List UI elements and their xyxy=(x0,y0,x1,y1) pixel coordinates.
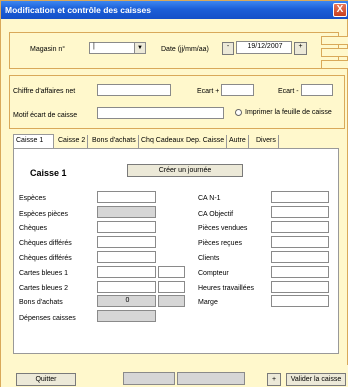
field-label-marge: Marge xyxy=(198,299,218,306)
motif-label: Motif écart de caisse xyxy=(13,112,78,119)
magasin-value: | xyxy=(93,43,95,50)
pieces-vendues-field[interactable] xyxy=(271,221,329,233)
field-label-bons-achats: Bons d'achats xyxy=(19,299,63,306)
status-field-2 xyxy=(177,372,245,385)
heures-field[interactable] xyxy=(271,281,329,293)
marge-field[interactable] xyxy=(271,295,329,307)
field-label-clients: Clients xyxy=(198,255,220,262)
side-indicator-2 xyxy=(321,48,348,57)
tab-bons-achats[interactable]: Bons d'achats xyxy=(90,135,139,148)
tab-divers[interactable]: Divers xyxy=(254,135,279,148)
ecart-minus-field[interactable] xyxy=(301,84,333,96)
window-title: Modification et contrôle des caisses xyxy=(5,5,151,15)
caisse-title: Caisse 1 xyxy=(30,168,67,178)
date-field[interactable]: 19/12/2007 xyxy=(236,41,292,54)
ecart-minus-label: Ecart - xyxy=(278,88,299,95)
ecart-plus-label: Ecart + xyxy=(197,88,220,95)
ca-n1-field[interactable] xyxy=(271,191,329,203)
especes-pieces-field[interactable] xyxy=(97,206,156,218)
cartes-bleues-1-field[interactable] xyxy=(97,266,156,278)
field-label-cartes-bleues-1: Cartes bleues 1 xyxy=(19,270,69,277)
tab-autre[interactable]: Autre xyxy=(227,135,249,148)
cartes-bleues-2-extra-field[interactable] xyxy=(158,281,185,293)
ca-net-field[interactable] xyxy=(97,84,171,96)
motif-field[interactable] xyxy=(97,107,224,119)
tab-chq-cadeaux[interactable]: Chq Cadeaux xyxy=(139,135,187,148)
field-label-ca-objectif: CA Objectif xyxy=(198,211,234,218)
cartes-bleues-1-extra-field[interactable] xyxy=(158,266,185,278)
magasin-select[interactable]: | ▼ xyxy=(89,42,146,54)
field-label-pieces-vendues: Pièces vendues xyxy=(198,225,248,232)
title-bar: Modification et contrôle des caisses X xyxy=(1,1,348,19)
cheques-differes-1-field[interactable] xyxy=(97,236,156,248)
tab-caisse-2[interactable]: Caisse 2 xyxy=(56,135,89,148)
field-label-cheques-differes-2: Chèques différés xyxy=(19,255,72,262)
field-label-especes: Espèces xyxy=(19,195,46,202)
field-label-cartes-bleues-2: Cartes bleues 2 xyxy=(19,285,69,292)
ca-objectif-field[interactable] xyxy=(271,206,329,218)
field-label-pieces-recues: Pièces reçues xyxy=(198,240,242,247)
footer-plus-button[interactable]: + xyxy=(267,373,281,386)
create-day-button[interactable]: Créer un journée xyxy=(127,164,243,177)
cheques-field[interactable] xyxy=(97,221,156,233)
validate-button[interactable]: Valider la caisse xyxy=(286,373,346,386)
chevron-down-icon[interactable]: ▼ xyxy=(134,43,145,53)
summary-panel xyxy=(9,75,345,129)
status-field-1 xyxy=(123,372,175,385)
tab-dep-caisse[interactable]: Dep. Caisse xyxy=(184,135,228,148)
date-label: Date (jj/mm/aa) xyxy=(161,46,209,53)
field-label-cheques: Chèques xyxy=(19,225,48,232)
bons-achats-field[interactable]: 0 xyxy=(97,295,156,307)
date-plus-button[interactable]: + xyxy=(294,42,307,55)
date-minus-button[interactable]: - xyxy=(222,42,234,55)
especes-field[interactable] xyxy=(97,191,156,203)
tab-caisse-1[interactable]: Caisse 1 xyxy=(13,134,54,148)
print-radio[interactable] xyxy=(235,109,242,116)
bons-achats-extra-field[interactable] xyxy=(158,295,185,307)
pieces-recues-field[interactable] xyxy=(271,236,329,248)
cartes-bleues-2-field[interactable] xyxy=(97,281,156,293)
side-indicator-1 xyxy=(321,36,348,45)
magasin-label: Magasin n° xyxy=(30,46,66,53)
field-label-especes-pieces: Espèces pièces xyxy=(19,211,69,218)
clients-field[interactable] xyxy=(271,251,329,263)
depenses-field[interactable] xyxy=(97,310,156,322)
ecart-plus-field[interactable] xyxy=(221,84,254,96)
quit-button[interactable]: Quitter xyxy=(16,373,76,386)
ca-net-label: Chiffre d'affaires net xyxy=(13,88,76,95)
field-label-compteur: Compteur xyxy=(198,270,229,277)
cheques-differes-2-field[interactable] xyxy=(97,251,156,263)
caisse-window: Modification et contrôle des caisses X M… xyxy=(0,0,348,387)
field-label-heures: Heures travaillées xyxy=(198,285,255,292)
close-icon[interactable]: X xyxy=(333,3,347,17)
field-label-depenses: Dépenses caisses xyxy=(19,315,76,322)
compteur-field[interactable] xyxy=(271,266,329,278)
print-label: Imprimer la feuille de caisse xyxy=(245,109,332,116)
field-label-ca-n1: CA N-1 xyxy=(198,195,221,202)
side-indicator-3 xyxy=(321,60,348,69)
field-label-cheques-differes-1: Chèques différés xyxy=(19,240,72,247)
